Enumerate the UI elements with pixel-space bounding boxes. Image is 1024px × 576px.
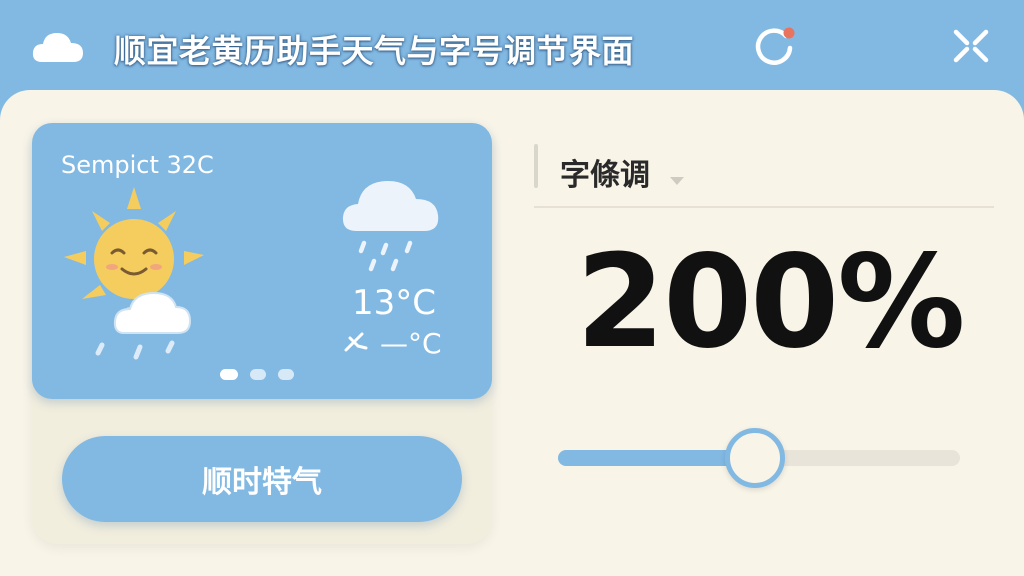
title-bar: 顺宜老黄历助手天气与字号调节界面	[0, 0, 1024, 92]
weather-widget[interactable]: Sempict 32C 13°C —°C	[32, 123, 492, 399]
carousel-dot[interactable]	[278, 369, 294, 380]
location-label: Sempict 32C	[61, 151, 214, 179]
rain-cloud-icon	[342, 181, 439, 272]
close-icon[interactable]	[950, 26, 992, 66]
refresh-icon[interactable]	[752, 24, 800, 68]
cloud-icon	[32, 33, 83, 62]
weather-action-button[interactable]: 顺时特气	[62, 436, 462, 522]
font-size-dropdown[interactable]: 字條调	[560, 150, 685, 193]
font-size-dropdown-label: 字條调	[560, 158, 650, 193]
font-scale-display: 200%	[576, 228, 965, 377]
notification-badge	[783, 27, 795, 39]
slider-thumb[interactable]	[724, 428, 785, 488]
sun-cloud-icon	[64, 187, 204, 360]
carousel-dot[interactable]	[220, 369, 238, 380]
wind-icon	[344, 332, 368, 352]
divider	[534, 206, 994, 208]
carousel-dots[interactable]	[220, 369, 300, 381]
carousel-dot[interactable]	[250, 369, 266, 380]
window-title: 顺宜老黄历助手天气与字号调节界面	[114, 32, 635, 70]
section-accent-bar	[534, 144, 538, 188]
wind-row: —°C	[342, 327, 462, 360]
main-panel: Sempict 32C 13°C —°C 顺时特气 字條调 200%	[0, 90, 1024, 576]
temperature-value: 13°C	[352, 283, 437, 323]
chevron-down-icon	[670, 176, 685, 185]
font-size-slider[interactable]	[558, 428, 960, 488]
wind-value: —°C	[380, 327, 442, 360]
